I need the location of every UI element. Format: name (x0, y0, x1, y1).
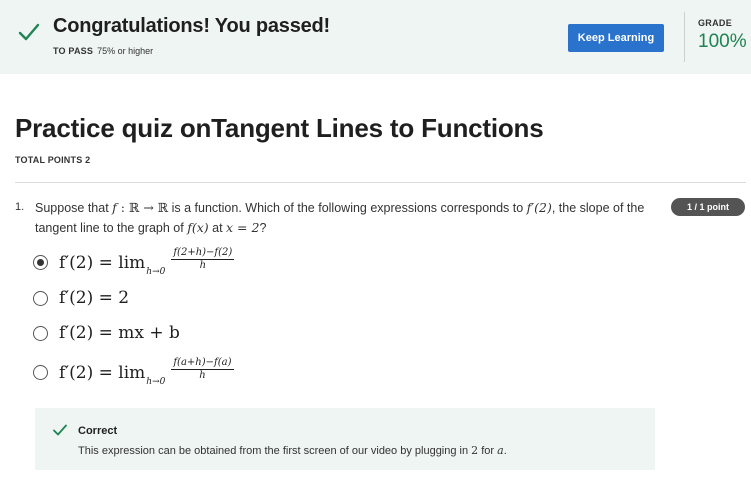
grade-value: 100% (698, 31, 747, 52)
feedback-box: Correct This expression can be obtained … (35, 408, 655, 470)
fraction-denominator: h (199, 260, 207, 271)
math-f-x: f(x) (187, 220, 209, 235)
to-pass-value: 75% or higher (97, 46, 154, 56)
option-lhs: f′(2) = 2 (59, 288, 130, 308)
quiz-title: Practice quiz onTangent Lines to Functio… (15, 113, 544, 143)
feedback-text-part: for (478, 445, 498, 457)
question-text-part: Suppose that (35, 201, 113, 215)
answer-option-3[interactable]: f′(2) = mx + b (33, 323, 180, 343)
to-pass-info: TO PASS 75% or higher (53, 46, 153, 56)
check-icon (53, 424, 67, 436)
math-f-prime-2: f′(2) (526, 200, 552, 215)
option-lhs: f′(2) = lim (59, 362, 146, 383)
option-expression: f′(2) = lim h→0 f(2+h)−f(2) h (59, 247, 235, 277)
banner-divider (684, 12, 685, 62)
answer-option-4[interactable]: f′(2) = lim h→0 f(a+h)−f(a) h (33, 357, 234, 387)
question-number: 1. (15, 201, 25, 213)
total-points: TOTAL POINTS 2 (15, 155, 91, 165)
radio-button[interactable] (33, 290, 48, 306)
feedback-text: This expression can be obtained from the… (78, 444, 507, 457)
question-text: Suppose that f : ℝ → ℝ is a function. Wh… (35, 198, 655, 238)
pass-banner: Congratulations! You passed! TO PASS 75% … (0, 0, 751, 74)
limit-expression: f′(2) = lim h→0 (59, 362, 165, 387)
answer-option-2[interactable]: f′(2) = 2 (33, 288, 129, 308)
option-lhs: f′(2) = mx + b (59, 323, 180, 343)
math-map: : ℝ → ℝ (116, 200, 169, 215)
header-divider (15, 182, 746, 183)
radio-button[interactable] (33, 365, 48, 380)
keep-learning-button[interactable]: Keep Learning (568, 24, 664, 52)
limit-subscript: h→0 (146, 266, 166, 277)
option-expression: f′(2) = mx + b (59, 323, 180, 343)
grade-label: GRADE (698, 18, 733, 28)
fraction-numerator: f(a+h)−f(a) (171, 357, 234, 370)
pass-title: Congratulations! You passed! (53, 15, 331, 37)
to-pass-label: TO PASS (53, 46, 94, 56)
limit-subscript: h→0 (146, 376, 166, 387)
answer-option-1[interactable]: f′(2) = lim h→0 f(2+h)−f(2) h (33, 247, 235, 277)
question-text-part: at (208, 221, 227, 235)
limit-expression: f′(2) = lim h→0 (59, 252, 165, 277)
feedback-text-part: . (503, 445, 507, 457)
option-expression: f′(2) = 2 (59, 288, 129, 308)
points-badge: 1 / 1 point (671, 198, 745, 216)
option-expression: f′(2) = lim h→0 f(a+h)−f(a) h (59, 357, 234, 387)
fraction-denominator: h (199, 370, 206, 381)
fraction: f(a+h)−f(a) h (171, 357, 234, 382)
fraction: f(2+h)−f(2) h (171, 247, 235, 272)
fraction-numerator: f(2+h)−f(2) (171, 247, 235, 260)
feedback-title: Correct (78, 425, 118, 437)
feedback-text-part: This expression can be obtained from the… (78, 445, 472, 457)
radio-button-selected[interactable] (33, 255, 48, 270)
option-lhs: f′(2) = lim (59, 252, 146, 273)
question-text-part: ? (259, 221, 267, 235)
math-x-equals-2: x = 2 (226, 220, 260, 235)
check-icon (18, 23, 40, 41)
radio-button[interactable] (33, 325, 48, 341)
question-text-part: is a function. Which of the following ex… (168, 201, 527, 215)
